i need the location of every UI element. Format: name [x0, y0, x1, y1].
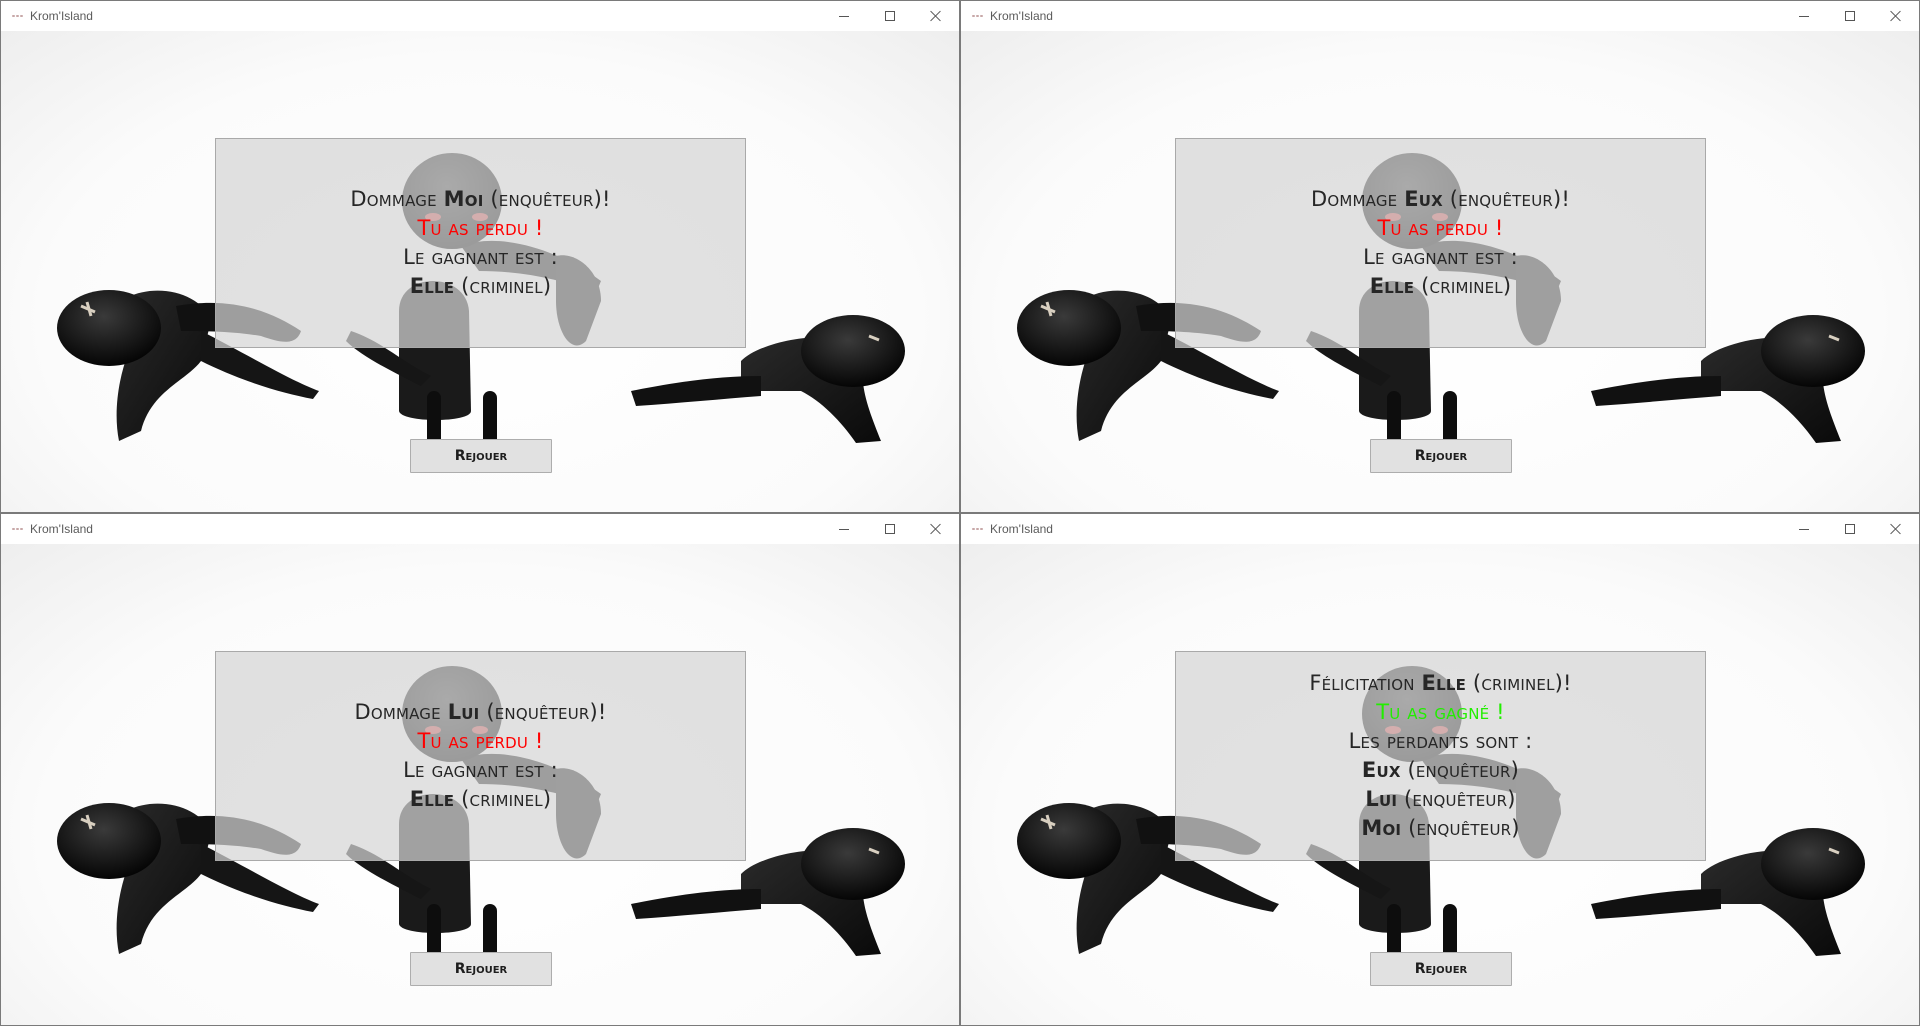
close-button[interactable] — [1873, 1, 1919, 31]
close-button[interactable] — [1873, 514, 1919, 544]
title-bar[interactable]: Krom'Island — [1, 1, 959, 31]
krom-island-app-icon — [972, 13, 984, 20]
replay-button[interactable]: Rejouer — [410, 439, 552, 473]
replay-button[interactable]: Rejouer — [1370, 952, 1512, 986]
minimize-icon — [1799, 15, 1809, 17]
panel-text-line: Elle (criminel) — [409, 787, 552, 811]
panel-text-line: Moi (enquêteur) — [1361, 816, 1520, 840]
window-title: Krom'Island — [30, 522, 93, 536]
minimize-button[interactable] — [821, 1, 867, 31]
panel-text-line: Les perdants sont : — [1348, 729, 1533, 753]
panel-text-line: Le gagnant est : — [403, 758, 558, 782]
close-icon — [1890, 523, 1902, 535]
minimize-icon — [839, 528, 849, 530]
minimize-button[interactable] — [821, 514, 867, 544]
maximize-icon — [885, 11, 895, 21]
window-title: Krom'Island — [990, 9, 1053, 23]
maximize-button[interactable] — [1827, 514, 1873, 544]
minimize-icon — [1799, 528, 1809, 530]
panel-text-line: Eux (enquêteur) — [1361, 758, 1520, 782]
maximize-button[interactable] — [867, 514, 913, 544]
replay-button[interactable]: Rejouer — [1370, 439, 1512, 473]
maximize-icon — [1845, 11, 1855, 21]
game-over-panel: Dommage Moi (enquêteur)! Tu as perdu ! Le … — [215, 138, 746, 348]
window-title: Krom'Island — [990, 522, 1053, 536]
window-title: Krom'Island — [30, 9, 93, 23]
close-icon — [930, 523, 942, 535]
game-window-4: Krom'Island Félicitation Elle (criminel)… — [960, 513, 1920, 1026]
game-window-2: Krom'Island Dommage Eux (enquêteur)! Tu … — [960, 0, 1920, 513]
game-window-1: Krom'Island Dommage Moi (enquêteur)! Tu … — [0, 0, 960, 513]
minimize-button[interactable] — [1781, 514, 1827, 544]
maximize-icon — [1845, 524, 1855, 534]
panel-text-line: Elle (criminel) — [1369, 274, 1512, 298]
result-message: Tu as perdu ! — [417, 216, 544, 240]
result-message: Tu as perdu ! — [1377, 216, 1504, 240]
close-icon — [930, 10, 942, 22]
game-window-3: Krom'Island Dommage Lui (enquêteur)! Tu … — [0, 513, 960, 1026]
minimize-button[interactable] — [1781, 1, 1827, 31]
title-bar[interactable]: Krom'Island — [1, 514, 959, 544]
maximize-icon — [885, 524, 895, 534]
close-button[interactable] — [913, 514, 959, 544]
replay-button[interactable]: Rejouer — [410, 952, 552, 986]
title-bar[interactable]: Krom'Island — [961, 1, 1919, 31]
panel-text-line: Dommage Eux (enquêteur)! — [1310, 187, 1571, 211]
panel-text-line: Dommage Lui (enquêteur)! — [354, 700, 607, 724]
result-message: Tu as perdu ! — [417, 729, 544, 753]
close-button[interactable] — [913, 1, 959, 31]
maximize-button[interactable] — [1827, 1, 1873, 31]
panel-text-line: Félicitation Elle (criminel)! — [1309, 671, 1572, 695]
game-over-panel: Dommage Eux (enquêteur)! Tu as perdu ! Le … — [1175, 138, 1706, 348]
maximize-button[interactable] — [867, 1, 913, 31]
panel-text-line: Lui (enquêteur) — [1365, 787, 1516, 811]
krom-island-app-icon — [972, 526, 984, 533]
panel-text-line: Dommage Moi (enquêteur)! — [350, 187, 611, 211]
krom-island-app-icon — [12, 13, 24, 20]
game-over-panel: Dommage Lui (enquêteur)! Tu as perdu ! Le … — [215, 651, 746, 861]
result-message: Tu as gagné ! — [1376, 700, 1505, 724]
panel-text-line: Le gagnant est : — [1363, 245, 1518, 269]
panel-text-line: Le gagnant est : — [403, 245, 558, 269]
krom-island-app-icon — [12, 526, 24, 533]
minimize-icon — [839, 15, 849, 17]
game-over-panel: Félicitation Elle (criminel)! Tu as gagné… — [1175, 651, 1706, 861]
close-icon — [1890, 10, 1902, 22]
title-bar[interactable]: Krom'Island — [961, 514, 1919, 544]
panel-text-line: Elle (criminel) — [409, 274, 552, 298]
